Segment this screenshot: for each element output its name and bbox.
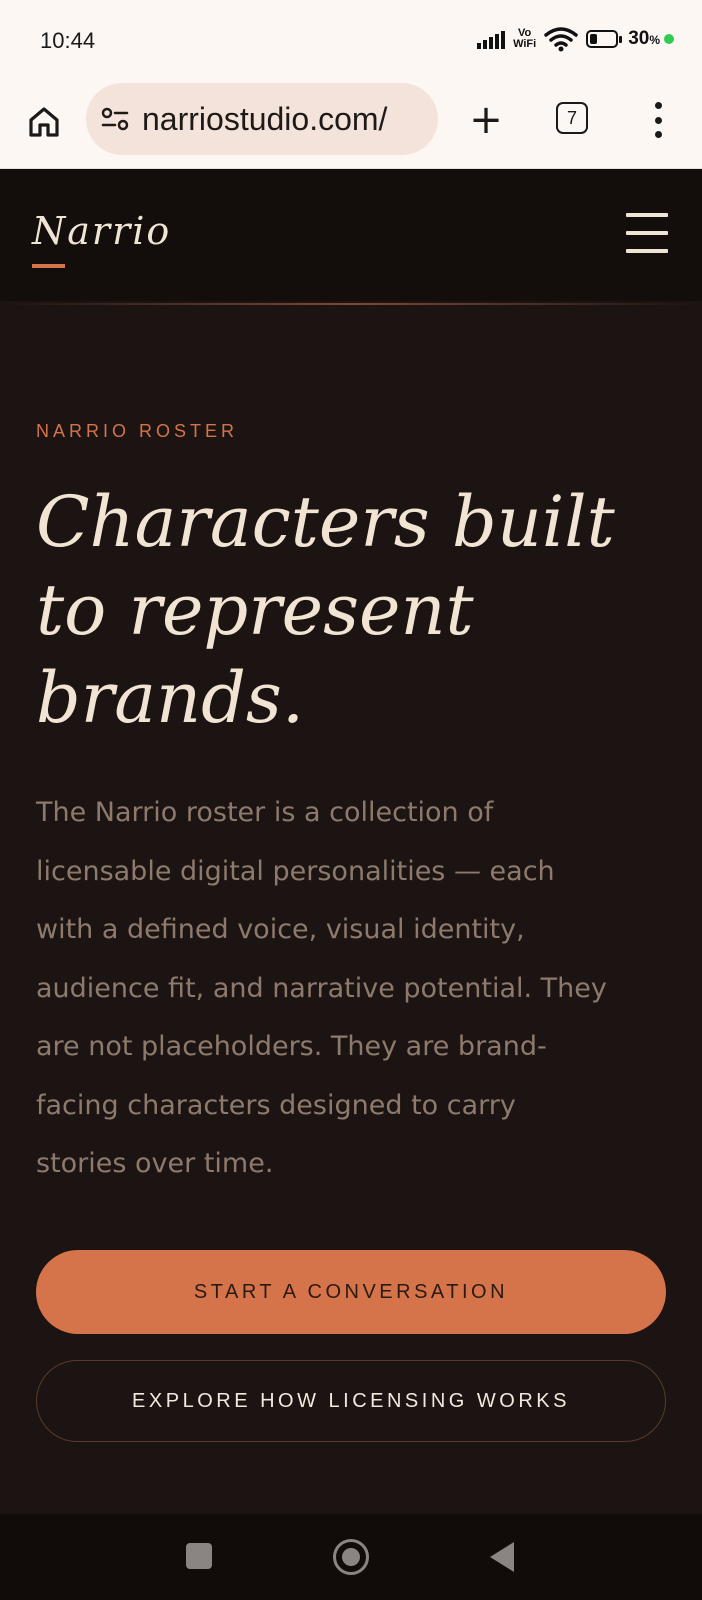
hero-description-line: licensable digital personalities — each [36, 855, 555, 887]
hero-description-line: The Narrio roster is a collection of [36, 797, 494, 828]
hero-description-line: are not placeholders. They are brand- [36, 1031, 547, 1062]
site-logo[interactable]: Narrio [32, 209, 171, 253]
hero-description-line: with a defined voice, visual identity, [36, 914, 525, 945]
explore-licensing-button[interactable]: EXPLORE HOW LICENSING WORKS [36, 1360, 666, 1442]
start-conversation-button[interactable]: START A CONVERSATION [36, 1250, 666, 1334]
hamburger-line [626, 213, 668, 217]
browser-toolbar: narriostudio.com/ + 7 [0, 80, 702, 169]
battery-indicator: 30% [586, 28, 674, 50]
wifi-icon [544, 27, 578, 52]
hero-description: The Narrio roster is a collection of lic… [36, 784, 676, 1194]
status-icons: Vo WiFi 30% [477, 26, 674, 52]
home-icon [29, 107, 59, 137]
tab-switcher-button[interactable]: 7 [556, 102, 588, 134]
hero-title-line: to represent [36, 569, 474, 651]
back-icon[interactable] [490, 1542, 514, 1572]
battery-percent: 30% [628, 28, 660, 49]
more-options-icon-dot [654, 116, 662, 124]
header-divider [0, 303, 702, 305]
more-options-icon-dot [654, 131, 662, 138]
logo-underline [32, 264, 65, 268]
site-settings-icon [101, 107, 129, 131]
new-tab-icon: + [469, 97, 503, 143]
site-header: Narrio [0, 169, 702, 301]
home-circle-icon[interactable] [333, 1539, 369, 1575]
battery-icon [586, 30, 623, 48]
hero-title-line: Characters built [36, 481, 615, 563]
url-text[interactable]: narriostudio.com/ [142, 101, 387, 138]
hero-title-line: brands. [36, 657, 305, 739]
site-settings-button[interactable] [100, 107, 132, 131]
address-bar[interactable]: narriostudio.com/ [86, 83, 438, 155]
recents-icon[interactable] [186, 1543, 212, 1569]
hero-description-line: facing characters designed to carry [36, 1089, 516, 1121]
status-bar: 10:44 Vo WiFi 30% [0, 0, 702, 80]
charging-dot-icon [664, 34, 674, 44]
hero-eyebrow: NARRIO ROSTER [36, 421, 239, 441]
android-nav-bar [0, 1514, 702, 1600]
battery-fill [590, 34, 598, 44]
hamburger-line [626, 249, 668, 253]
new-tab-button[interactable]: + [464, 98, 508, 142]
hero-description-line: audience fit, and narrative potential. T… [36, 972, 607, 1004]
hero-title: Characters built to represent brands. [36, 478, 686, 742]
hero-description-line: stories over time. [36, 1148, 274, 1179]
home-button[interactable] [22, 100, 66, 144]
status-time: 10:44 [40, 28, 96, 53]
hamburger-menu-icon[interactable] [626, 213, 668, 253]
signal-icon [477, 29, 506, 49]
hamburger-line [626, 231, 668, 235]
tab-count: 7 [566, 107, 577, 128]
more-options-icon-dot [654, 102, 662, 109]
vowifi-bottom-label: WiFi [513, 38, 537, 50]
vowifi-icon: Vo WiFi [513, 28, 536, 50]
more-options-button[interactable] [646, 100, 670, 140]
